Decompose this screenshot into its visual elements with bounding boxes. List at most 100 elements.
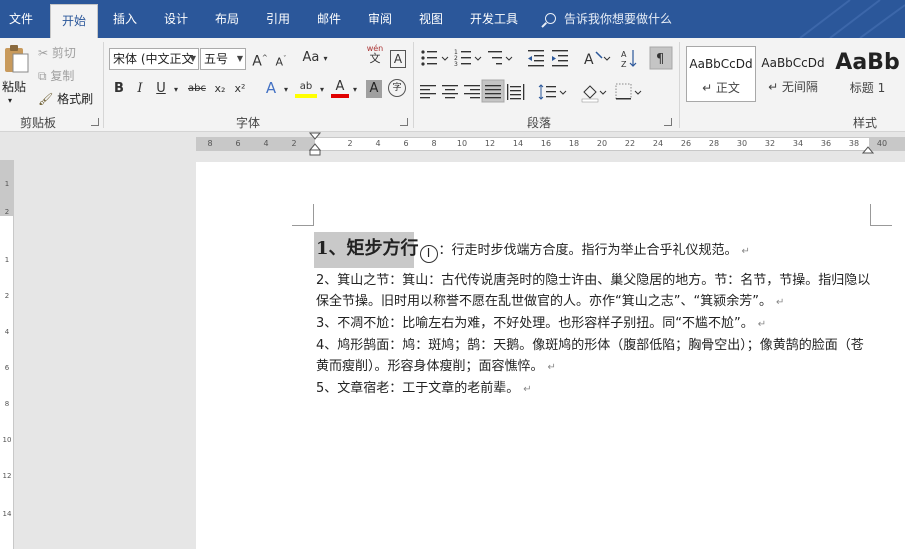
bullets-icon[interactable] <box>421 50 449 66</box>
ruler-track: 8 6 4 2 2 4 6 8 10 12 14 16 18 20 22 24 26 28 30 32 34 36 38 40 <box>196 137 905 151</box>
asian-layout-icon[interactable]: A <box>584 51 611 68</box>
enclose-char-icon[interactable]: 字 <box>388 79 406 97</box>
ruler-number: 16 <box>540 139 552 148</box>
paste-button[interactable]: 粘贴 <box>2 78 26 95</box>
paragraph[interactable]: 4、鸠形鹄面：鸠：斑鸠；鹄：天鹅。像斑鸠的形体（腹部低陷；胸骨空出）；像黄鹄的脸… <box>316 335 871 378</box>
tab-file[interactable]: 文件 <box>0 0 42 38</box>
underline-button[interactable]: U <box>153 80 169 100</box>
ruler-number: 2 <box>291 139 297 148</box>
copy-button[interactable]: ⧉ 复制 <box>38 67 74 84</box>
ruler-number: 36 <box>820 139 832 148</box>
tab-layout[interactable]: 布局 <box>206 0 248 38</box>
align-right-icon[interactable] <box>464 85 480 99</box>
chevron-down-icon[interactable]: ▾ <box>350 81 360 101</box>
distributed-icon[interactable] <box>507 84 525 100</box>
tab-home[interactable]: 开始 <box>50 4 98 38</box>
cut-button[interactable]: ✂ 剪切 <box>38 44 76 61</box>
show-marks-icon[interactable]: ¶ <box>649 46 673 70</box>
tab-references[interactable]: 引用 <box>257 0 299 38</box>
grow-font-icon[interactable]: A^ <box>251 49 269 70</box>
style-preview: AaBbCcDd <box>761 56 825 70</box>
paragraph[interactable]: 3、不凋不尬：比喻左右为难，不好处理。也形容样子别扭。同“不尴不尬”。 ↵ <box>316 313 871 335</box>
tab-developer[interactable]: 开发工具 <box>462 0 526 38</box>
ruler-number: 2 <box>347 139 353 148</box>
chevron-down-icon[interactable]: ▾ <box>281 81 291 101</box>
italic-button[interactable]: I <box>132 80 148 100</box>
ruler-number: 28 <box>708 139 720 148</box>
ruler-number: 10 <box>456 139 468 148</box>
format-painter-button[interactable]: 🖌 格式刷 <box>38 90 93 107</box>
search-icon <box>545 13 556 24</box>
style-normal[interactable]: AaBbCcDd ↵ 正文 <box>686 46 756 102</box>
style-name: ↵ 正文 <box>702 81 740 95</box>
clipboard-launcher-icon[interactable] <box>91 118 99 126</box>
text-effects-icon[interactable]: A <box>262 79 280 99</box>
paste-icon[interactable] <box>2 44 30 74</box>
paragraph[interactable]: 2、箕山之节：箕山：古代传说唐尧时的隐士许由、巢父隐居的地方。节：名节，节操。指… <box>316 270 871 313</box>
borders-icon[interactable] <box>615 83 642 100</box>
chevron-down-icon[interactable]: ▾ <box>317 81 327 101</box>
styles-group-label: 样式 <box>853 116 878 130</box>
font-group-label: 字体 <box>236 116 261 130</box>
paragraph-launcher-icon[interactable] <box>664 118 672 126</box>
highlight-color-icon[interactable]: ab <box>295 78 317 98</box>
bold-button[interactable]: B <box>111 80 127 100</box>
title-decoration-icon <box>799 0 905 38</box>
svg-text:A: A <box>621 50 627 59</box>
decrease-indent-icon[interactable] <box>528 50 544 67</box>
paste-dropdown-icon[interactable]: ▾ <box>8 96 12 105</box>
chevron-down-icon: ▼ <box>189 54 196 63</box>
ruler-number: 18 <box>568 139 580 148</box>
sort-icon[interactable]: AZ <box>621 50 637 69</box>
multilevel-list-icon[interactable] <box>488 51 513 65</box>
phonetic-guide-icon[interactable]: wén 文 <box>364 44 386 64</box>
shading-icon[interactable] <box>581 85 607 103</box>
subscript-button[interactable]: x₂ <box>212 80 228 100</box>
heading-rest-text: ：行走时步伐端方合度。指行为举止合乎礼仪规范。 <box>438 243 738 258</box>
vertical-ruler[interactable]: 1 2 1 2 4 6 8 10 12 14 <box>0 160 14 549</box>
vruler-number: 2 <box>4 208 10 216</box>
horizontal-ruler[interactable]: 8 6 4 2 2 4 6 8 10 12 14 16 18 20 22 24 26 28 30 32 34 36 38 40 <box>0 132 905 156</box>
char-shading-icon[interactable]: A <box>366 80 382 98</box>
char-border-icon[interactable]: A <box>390 50 406 68</box>
change-case-button[interactable]: Aa ▾ <box>300 49 330 69</box>
numbering-icon[interactable]: 123 <box>454 49 482 68</box>
tab-mailings[interactable]: 邮件 <box>308 0 350 38</box>
font-size-combo[interactable]: 五号 ▼ <box>200 48 246 70</box>
shrink-font-icon[interactable]: Aˇ <box>272 50 290 70</box>
heading-text: 1、矩步方行 <box>316 238 419 259</box>
font-name-combo[interactable]: 宋体 (中文正文 ▼ <box>109 48 199 70</box>
tell-me-box[interactable]: 告诉我你想要做什么 <box>545 0 672 38</box>
ruler-number: 40 <box>876 139 888 148</box>
font-color-icon[interactable]: A <box>331 78 349 98</box>
underline-dropdown-icon[interactable]: ▾ <box>171 81 181 101</box>
tab-design[interactable]: 设计 <box>155 0 197 38</box>
style-heading-1[interactable]: AaBb 标题 1 <box>830 46 905 102</box>
font-launcher-icon[interactable] <box>400 118 408 126</box>
style-no-spacing[interactable]: AaBbCcDd ↵ 无间隔 <box>758 46 828 102</box>
increase-indent-icon[interactable] <box>552 50 568 67</box>
ruler-number: 8 <box>207 139 213 148</box>
line-spacing-icon[interactable] <box>538 84 567 100</box>
right-indent-marker-icon[interactable] <box>862 142 874 154</box>
align-left-icon[interactable] <box>420 85 436 99</box>
document-body[interactable]: 1、矩步方行 I ：行走时步伐端方合度。指行为举止合乎礼仪规范。 ↵ 2、箕山之节：箕… <box>314 232 871 400</box>
style-preview: AaBbCcDd <box>689 57 753 71</box>
tab-view[interactable]: 视图 <box>410 0 452 38</box>
ribbon-home: 粘贴 ▾ ✂ 剪切 ⧉ 复制 🖌 格式刷 剪贴板 宋体 (中文正文 ▼ 五号 ▼ A… <box>0 38 905 132</box>
tab-review[interactable]: 审阅 <box>359 0 401 38</box>
strikethrough-button[interactable]: abc <box>186 80 208 100</box>
document-page[interactable]: 1、矩步方行 I ：行走时步伐端方合度。指行为举止合乎礼仪规范。 ↵ 2、箕山之节：箕… <box>196 162 905 549</box>
superscript-button[interactable]: x² <box>232 80 248 100</box>
heading-line[interactable]: 1、矩步方行 I ：行走时步伐端方合度。指行为举止合乎礼仪规范。 ↵ <box>314 232 871 268</box>
paragraph[interactable]: 5、文章宿老：工于文章的老前辈。 ↵ <box>316 378 871 400</box>
align-center-icon[interactable] <box>442 85 458 99</box>
vruler-number: 2 <box>4 292 10 300</box>
ruler-number: 26 <box>680 139 692 148</box>
tab-insert[interactable]: 插入 <box>104 0 146 38</box>
justify-icon[interactable] <box>481 79 505 103</box>
paragraph-mark: ↵ <box>547 362 556 373</box>
tell-me-text: 告诉我你想要做什么 <box>564 12 673 26</box>
indent-marker-icon[interactable] <box>309 132 321 156</box>
ruler-number: 4 <box>375 139 381 148</box>
